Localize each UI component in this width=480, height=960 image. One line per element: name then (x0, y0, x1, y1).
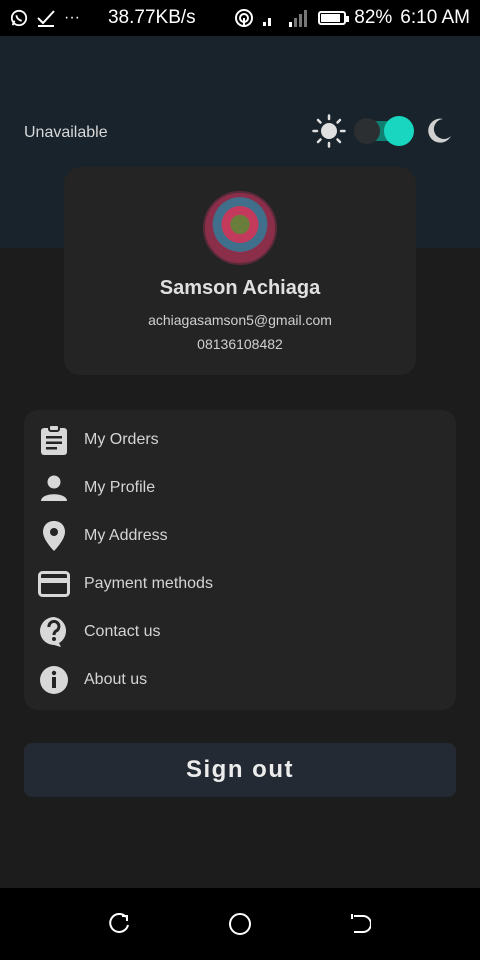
switch-shadow (354, 118, 380, 144)
battery-icon (318, 11, 350, 25)
person-icon (38, 472, 70, 504)
network-speed: 38.77KB/s (107, 7, 196, 28)
clock: 6:10 AM (400, 7, 470, 28)
switch-thumb (384, 116, 414, 146)
menu-item-label: My Orders (84, 431, 159, 448)
signal-icon (263, 18, 272, 26)
theme-toggle (312, 114, 454, 148)
home-button[interactable] (225, 909, 255, 939)
menu-item-label: My Address (84, 527, 168, 544)
account-screen: ··· 38.77KB/s 82% 6:10 AM Unavailable Sa… (0, 0, 480, 960)
credit-card-icon (38, 568, 70, 600)
signal-2-icon (289, 10, 308, 27)
more-icon: ··· (64, 9, 80, 26)
home-icon (229, 913, 251, 935)
hotspot-icon (235, 9, 254, 27)
profile-phone: 08136108482 (197, 336, 283, 352)
info-icon (38, 664, 70, 696)
menu-item-label: About us (84, 671, 148, 688)
clipboard-icon (38, 424, 70, 456)
menu-item-label: My Profile (84, 479, 156, 496)
menu-item-label: Contact us (84, 623, 161, 640)
account-menu: My Orders My Profile My Address Payment … (24, 410, 456, 710)
status-bar-right: 82% 6:10 AM (234, 7, 470, 29)
system-nav-bar (0, 888, 480, 960)
battery-level: 82% (354, 7, 393, 28)
profile-name: Samson Achiaga (159, 277, 321, 299)
availability-status: Unavailable (24, 124, 108, 141)
menu-item-my-orders[interactable]: My Orders (24, 416, 456, 464)
moon-icon (428, 118, 451, 143)
status-bar: ··· 38.77KB/s 82% 6:10 AM (0, 0, 480, 36)
sun-icon (312, 114, 346, 148)
check-icon (37, 10, 55, 27)
menu-item-contact-us[interactable]: Contact us (24, 608, 456, 656)
menu-item-payment-methods[interactable]: Payment methods (24, 560, 456, 608)
location-pin-icon (38, 520, 70, 552)
profile-email: achiagasamson5@gmail.com (148, 312, 332, 328)
status-bar-left: ··· 38.77KB/s (10, 7, 196, 29)
menu-item-label: Payment methods (84, 575, 213, 592)
recents-button[interactable] (105, 909, 135, 939)
menu-item-about-us[interactable]: About us (24, 656, 456, 704)
menu-item-my-address[interactable]: My Address (24, 512, 456, 560)
sign-out-button[interactable]: Sign out (24, 743, 456, 797)
dark-mode-switch[interactable] (354, 116, 416, 146)
menu-item-my-profile[interactable]: My Profile (24, 464, 456, 512)
help-icon (38, 616, 70, 648)
back-icon (351, 914, 371, 933)
avatar[interactable] (203, 191, 277, 265)
whatsapp-icon (10, 9, 28, 27)
recents-icon (109, 913, 129, 933)
profile-card: Samson Achiaga achiagasamson5@gmail.com … (64, 167, 416, 375)
back-button[interactable] (345, 909, 375, 939)
